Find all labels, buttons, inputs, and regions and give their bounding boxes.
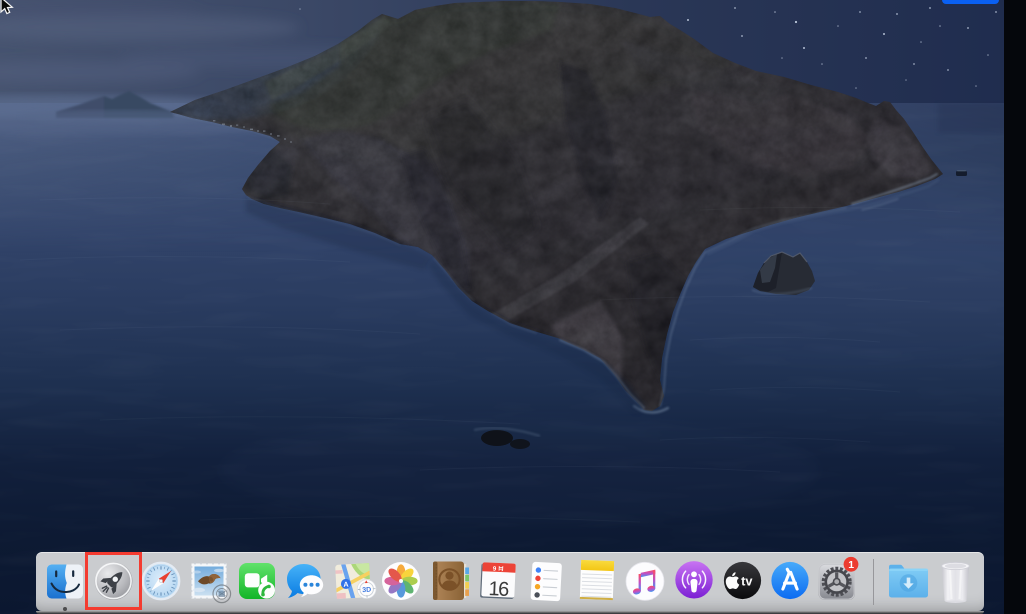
- svg-text:tv: tv: [741, 574, 753, 589]
- svg-text:3D: 3D: [362, 587, 371, 594]
- svg-text:1: 1: [848, 559, 854, 571]
- svg-text:16: 16: [488, 578, 510, 601]
- svg-text:A: A: [343, 580, 349, 589]
